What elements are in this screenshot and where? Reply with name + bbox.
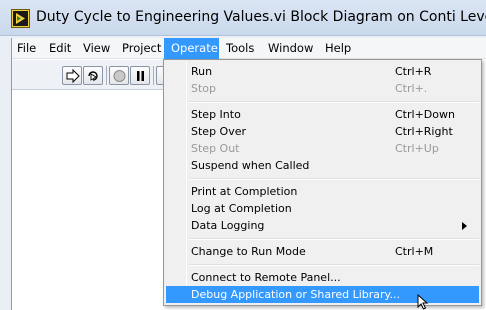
menu-item-debug-application[interactable]: Debug Application or Shared Library... xyxy=(166,286,479,303)
menu-window[interactable]: Window xyxy=(268,38,313,59)
menu-item-label: Run xyxy=(191,65,213,78)
menu-operate[interactable]: Operate xyxy=(164,38,219,59)
menu-separator xyxy=(189,264,479,266)
menu-item-label: Suspend when Called xyxy=(191,159,310,172)
menu-item-label: Step Over xyxy=(191,125,246,138)
abort-button[interactable] xyxy=(109,66,129,85)
menu-item-connect-to-remote-panel[interactable]: Connect to Remote Panel... xyxy=(166,269,479,286)
labview-app-icon xyxy=(11,9,30,28)
window-title: Duty Cycle to Engineering Values.vi Bloc… xyxy=(36,9,486,25)
menu-item-run[interactable]: Run Ctrl+R xyxy=(166,63,479,80)
menu-item-shortcut: Ctrl+Right xyxy=(395,125,453,138)
menu-item-shortcut: Ctrl+Down xyxy=(395,108,455,121)
menu-tools[interactable]: Tools xyxy=(226,38,254,59)
menu-item-label: Change to Run Mode xyxy=(191,245,306,258)
menu-item-log-at-completion[interactable]: Log at Completion xyxy=(166,200,479,217)
menu-item-shortcut: Ctrl+M xyxy=(395,245,434,258)
menu-item-data-logging[interactable]: Data Logging xyxy=(166,217,479,234)
run-continuously-button[interactable] xyxy=(83,66,103,85)
menu-item-step-over[interactable]: Step Over Ctrl+Right xyxy=(166,123,479,140)
menu-item-label: Step Into xyxy=(191,108,241,121)
menu-edit[interactable]: Edit xyxy=(49,38,71,59)
menu-item-shortcut: Ctrl+R xyxy=(395,65,432,78)
menu-item-stop[interactable]: Stop Ctrl+. xyxy=(166,80,479,97)
menu-item-label: Stop xyxy=(191,82,217,95)
toolbar xyxy=(12,60,164,90)
menu-item-shortcut: Ctrl+. xyxy=(395,82,428,95)
menu-help[interactable]: Help xyxy=(325,38,351,59)
menu-item-label: Connect to Remote Panel... xyxy=(191,271,341,284)
menu-item-suspend-when-called[interactable]: Suspend when Called xyxy=(166,157,479,174)
menu-item-label: Print at Completion xyxy=(191,185,298,198)
menu-bar: File Edit View Project Operate Tools Win… xyxy=(12,38,486,59)
menu-item-label: Debug Application or Shared Library... xyxy=(191,288,400,301)
pause-button[interactable] xyxy=(130,66,150,85)
menu-file[interactable]: File xyxy=(17,38,36,59)
title-bar[interactable]: Duty Cycle to Engineering Values.vi Bloc… xyxy=(0,0,486,36)
menu-project[interactable]: Project xyxy=(122,38,161,59)
labview-window: Duty Cycle to Engineering Values.vi Bloc… xyxy=(0,0,486,310)
toolbar-separator xyxy=(106,66,107,85)
menu-view[interactable]: View xyxy=(83,38,110,59)
menu-item-change-to-run-mode[interactable]: Change to Run Mode Ctrl+M xyxy=(166,243,479,260)
mouse-pointer-icon xyxy=(417,293,429,310)
menu-item-label: Step Out xyxy=(191,142,240,155)
menu-separator xyxy=(189,178,479,180)
menu-item-print-at-completion[interactable]: Print at Completion xyxy=(166,183,479,200)
menu-separator xyxy=(189,101,479,103)
operate-menu: Run Ctrl+R Stop Ctrl+. Step Into Ctrl+Do… xyxy=(163,59,482,306)
menu-item-step-into[interactable]: Step Into Ctrl+Down xyxy=(166,106,479,123)
menu-item-label: Log at Completion xyxy=(191,202,292,215)
submenu-arrow-icon xyxy=(462,222,467,230)
toolbar-separator xyxy=(153,66,154,85)
run-button[interactable] xyxy=(62,66,82,85)
menu-separator xyxy=(189,238,479,240)
menu-item-step-out[interactable]: Step Out Ctrl+Up xyxy=(166,140,479,157)
menu-item-shortcut: Ctrl+Up xyxy=(395,142,439,155)
menu-item-label: Data Logging xyxy=(191,219,265,232)
